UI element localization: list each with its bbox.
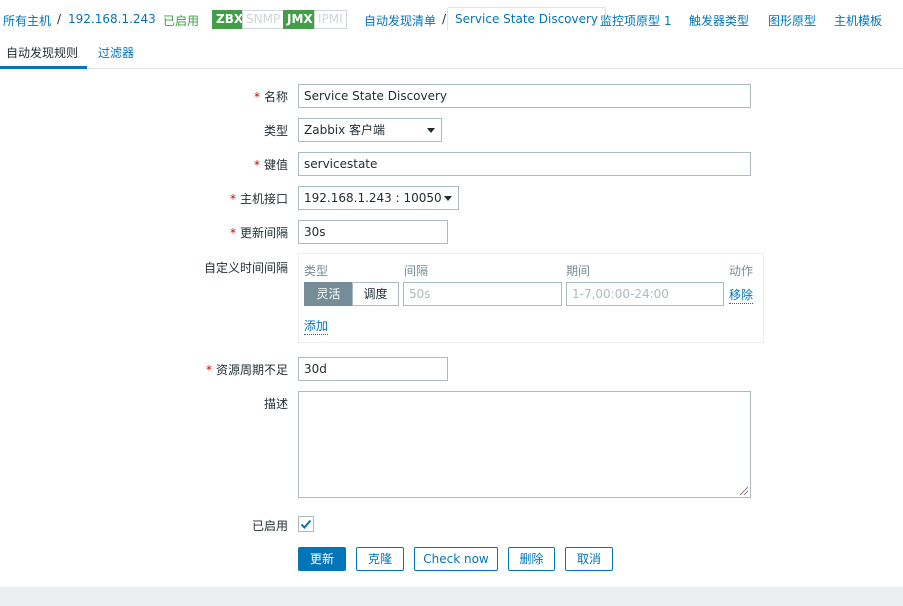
cancel-button[interactable]: 取消 xyxy=(565,547,613,571)
checkmark-icon xyxy=(300,519,312,529)
key-label: * 键值 xyxy=(253,158,288,172)
update-button[interactable]: 更新 xyxy=(298,547,346,571)
enabled-checkbox[interactable] xyxy=(298,516,314,532)
name-label: * 名称 xyxy=(253,90,288,104)
chevron-down-icon xyxy=(427,128,435,133)
interval-type-scheduling-toggle[interactable]: 调度 xyxy=(352,282,399,306)
jmx-availability-badge: JMX xyxy=(283,10,317,29)
nav-host-templates[interactable]: 主机模板 xyxy=(834,12,882,29)
tab-discovery-rule[interactable]: 自动发现规则 xyxy=(0,44,87,69)
clone-button[interactable]: 克隆 xyxy=(356,547,404,571)
update-interval-label: * 更新间隔 xyxy=(229,226,288,240)
lifetime-input[interactable]: 30d xyxy=(298,357,448,381)
type-label: 类型 xyxy=(263,124,288,138)
snmp-availability-badge: SNMP xyxy=(242,10,285,29)
key-input[interactable]: servicestate xyxy=(298,152,751,176)
custom-intervals-table: 类型 间隔 期间 动作 灵活 调度 50s 1-7,00:00-24:00 移除… xyxy=(298,253,764,343)
update-interval-input[interactable]: 30s xyxy=(298,220,448,244)
nav-graph-prototypes[interactable]: 图形原型 xyxy=(768,12,816,29)
nav-trigger-types[interactable]: 触发器类型 xyxy=(689,12,749,29)
description-textarea[interactable] xyxy=(298,391,751,498)
host-interface-select[interactable]: 192.168.1.243 : 10050 xyxy=(298,186,459,210)
type-select-value: Zabbix 客户端 xyxy=(304,123,386,137)
resize-handle-icon[interactable] xyxy=(740,487,748,495)
tab-filters[interactable]: 过滤器 xyxy=(98,44,134,69)
interval-type-flexible-toggle[interactable]: 灵活 xyxy=(304,282,353,306)
custom-interval-input[interactable]: 50s xyxy=(403,282,562,306)
column-action-header: 动作 xyxy=(729,264,754,278)
host-navigation: 所有主机 / 192.168.1.243 已启用 ZBX SNMP JMX IP… xyxy=(0,0,903,38)
add-interval-link[interactable]: 添加 xyxy=(304,317,329,335)
lifetime-label: * 资源周期不足 xyxy=(205,363,288,377)
nav-item-prototypes[interactable]: 监控项原型 1 xyxy=(600,12,671,29)
custom-intervals-label: 自定义时间间隔 xyxy=(203,261,288,275)
delete-button[interactable]: 删除 xyxy=(508,547,555,571)
enabled-label: 已启用 xyxy=(251,519,288,533)
breadcrumb-host[interactable]: 192.168.1.243 xyxy=(68,12,156,26)
custom-period-input[interactable]: 1-7,00:00-24:00 xyxy=(566,282,724,306)
breadcrumb-discovery-list[interactable]: 自动发现清单 xyxy=(364,12,436,29)
form-tabs: 自动发现规则 过滤器 xyxy=(0,38,903,69)
host-status-enabled: 已启用 xyxy=(163,14,200,28)
host-interface-label: * 主机接口 xyxy=(229,192,288,206)
remove-interval-link[interactable]: 移除 xyxy=(729,286,754,304)
chevron-down-icon xyxy=(444,196,452,201)
name-input[interactable]: Service State Discovery xyxy=(298,84,751,108)
ipmi-availability-badge: IPMI xyxy=(314,10,347,29)
breadcrumb-all-hosts[interactable]: 所有主机 xyxy=(3,12,51,29)
host-interface-value: 192.168.1.243 : 10050 xyxy=(304,191,442,205)
column-type-header: 类型 xyxy=(304,264,329,278)
breadcrumb-separator: / xyxy=(442,12,447,26)
check-now-button[interactable]: Check now xyxy=(414,547,498,571)
page-footer-band xyxy=(0,587,903,606)
column-period-header: 期间 xyxy=(566,264,591,278)
description-label: 描述 xyxy=(263,397,288,411)
column-interval-header: 间隔 xyxy=(404,264,429,278)
breadcrumb-current-rule: Service State Discovery xyxy=(447,7,607,31)
page: 所有主机 / 192.168.1.243 已启用 ZBX SNMP JMX IP… xyxy=(0,0,903,587)
breadcrumb-separator: / xyxy=(57,12,62,26)
type-select[interactable]: Zabbix 客户端 xyxy=(298,118,442,142)
